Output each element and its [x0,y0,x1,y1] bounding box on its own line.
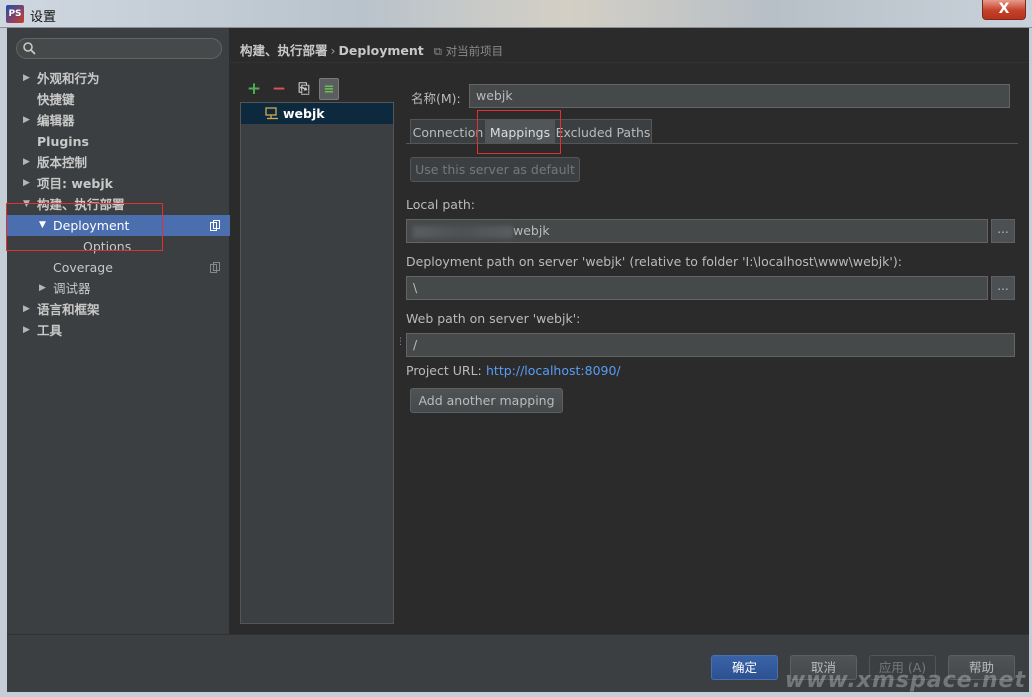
collapsed-arrow-icon[interactable]: ▶ [23,152,30,173]
breadcrumb-parent[interactable]: 构建、执行部署 [240,43,328,58]
header-divider [230,62,1029,63]
tree-item[interactable]: ▶ 版本控制 [7,152,230,173]
watermark: www.xmspace.net [784,668,1026,693]
deployment-path-label: Deployment path on server 'webjk' (relat… [406,254,902,269]
app-icon: PS [6,5,24,23]
server-name: webjk [283,106,325,121]
tree-item[interactable]: Plugins [7,131,230,152]
close-button[interactable]: X [982,0,1026,20]
local-path-value: webjk [513,223,550,238]
breadcrumb-current: Deployment [338,43,424,58]
local-path-label: Local path: [406,197,476,212]
deployment-path-input[interactable]: \ [406,276,988,300]
tree-item[interactable]: ▶ 调试器 [7,278,230,299]
tree-item-label: 调试器 [53,281,91,296]
tree-item-label: 项目: webjk [37,176,113,191]
tree-item[interactable]: ▶ 外观和行为 [7,68,230,89]
collapsed-arrow-icon[interactable]: ▶ [23,299,30,320]
copy-server-button[interactable]: ⎘ [294,78,314,100]
tree-item-label: 工具 [37,323,63,338]
project-url-label: Project URL: [406,363,482,378]
project-scope-icon [210,262,220,273]
add-server-button[interactable]: + [244,78,264,100]
name-input[interactable]: webjk [469,84,1010,108]
web-path-input[interactable]: / [406,333,1015,357]
tree-item[interactable]: 快捷键 [7,89,230,110]
breadcrumb-separator: › [330,43,336,58]
search-input[interactable] [16,38,222,59]
tree-item-label: 快捷键 [37,92,75,107]
search-icon [23,42,36,55]
use-as-default-button[interactable]: Use this server as default [410,157,580,182]
tree-item[interactable]: ▶ 项目: webjk [7,173,230,194]
window-title: 设置 [30,10,57,25]
scope-label: ⧉ 对当前项目 [433,44,504,58]
tree-item[interactable]: ▶ 工具 [7,320,230,341]
remove-server-button[interactable]: − [269,78,289,100]
tree-item-label: Coverage [53,260,113,275]
project-scope-icon [210,220,220,231]
project-url-link[interactable]: http://localhost:8090/ [486,363,621,378]
local-path-browse-button[interactable]: ... [991,219,1015,243]
settings-sidebar: ▶ 外观和行为 快捷键 ▶ 编辑器 Plugins ▶ 版本控制 ▶ 项目: webjk ▼ 构建、执… [6,28,230,634]
default-server-button[interactable]: ≡ [319,78,339,100]
tree-item-label: 外观和行为 [37,71,100,86]
tree-item[interactable]: Coverage [7,257,230,278]
tree-item-label: 版本控制 [37,155,88,170]
name-label: 名称(M): [411,91,461,106]
collapsed-arrow-icon[interactable]: ▶ [23,68,30,89]
splitter-handle[interactable]: ⋮ [396,338,405,354]
tree-item-label: Plugins [37,134,89,149]
local-path-blurred [413,225,513,238]
mappings-highlight-box [477,110,561,154]
scope-text: 对当前项目 [445,44,504,58]
server-icon [265,107,278,120]
deployment-path-browse-button[interactable]: ... [991,276,1015,300]
ok-button[interactable]: 确定 [711,655,778,680]
collapsed-arrow-icon[interactable]: ▶ [23,173,30,194]
collapsed-arrow-icon[interactable]: ▶ [23,320,30,341]
collapsed-arrow-icon[interactable]: ▶ [23,110,30,131]
breadcrumb: 构建、执行部署 › Deployment ⧉ 对当前项目 [240,40,503,58]
add-another-mapping-button[interactable]: Add another mapping [410,388,563,413]
window-frame-left [0,28,7,697]
tree-item-label: 编辑器 [37,113,75,128]
local-path-input[interactable]: webjk [406,219,988,243]
tree-item[interactable]: ▶ 语言和框架 [7,299,230,320]
tab-connection[interactable]: Connection [410,119,486,144]
tree-item-label: 语言和框架 [37,302,100,317]
tab-excluded-paths[interactable]: Excluded Paths [554,119,652,144]
tree-item[interactable]: ▶ 编辑器 [7,110,230,131]
collapsed-arrow-icon[interactable]: ▶ [39,278,46,299]
server-list: webjk [240,102,394,624]
web-path-label: Web path on server 'webjk': [406,311,581,326]
title-bar: PS 设置 X [0,0,1032,28]
server-item-webjk[interactable]: webjk [241,103,393,124]
deployment-highlight-box [6,203,163,251]
